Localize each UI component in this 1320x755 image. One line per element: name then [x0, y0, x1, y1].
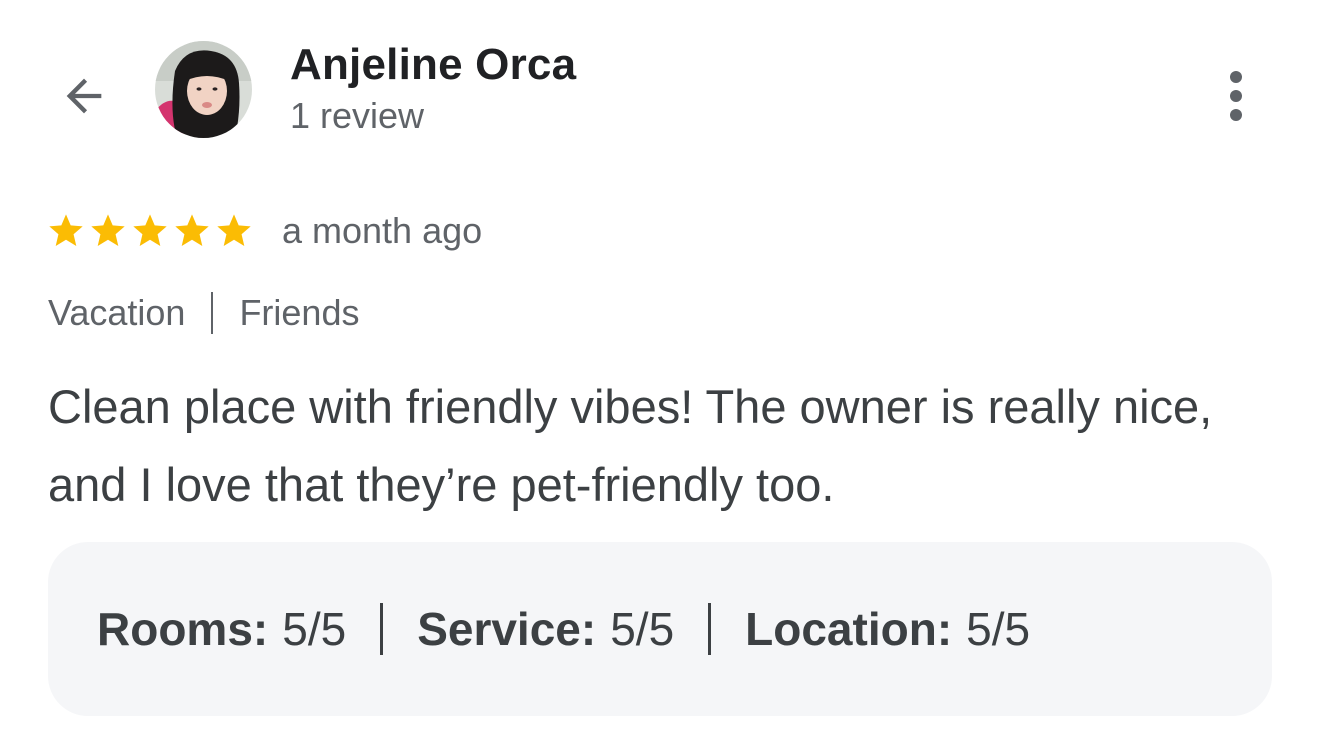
- star-rating: [46, 211, 254, 251]
- more-vertical-icon-dot: [1230, 109, 1242, 121]
- back-button[interactable]: [52, 64, 116, 128]
- more-options-button[interactable]: [1208, 60, 1264, 132]
- sub-rating-rooms: Rooms: 5/5: [97, 602, 346, 656]
- sub-rating-label: Service:: [417, 603, 597, 655]
- review-count: 1 review: [290, 95, 425, 136]
- star-icon: [49, 214, 83, 246]
- reviewer-name[interactable]: Anjeline Orca: [290, 40, 576, 90]
- tag-divider: [211, 292, 214, 334]
- trip-tags: Vacation Friends: [48, 290, 359, 336]
- sub-rating-service: Service: 5/5: [417, 602, 674, 656]
- sub-rating-value: 5/5: [282, 603, 347, 655]
- review-page: Anjeline Orca 1 review a month ago Vacat…: [0, 0, 1320, 755]
- sub-rating-label: Rooms:: [97, 603, 269, 655]
- sub-rating-value: 5/5: [966, 603, 1031, 655]
- sub-rating-divider: [380, 603, 384, 655]
- rating-row: a month ago: [46, 208, 482, 254]
- star-icon: [91, 214, 125, 246]
- sub-rating-label: Location:: [745, 603, 953, 655]
- sub-rating-location: Location: 5/5: [745, 602, 1030, 656]
- tag-travel-group: Friends: [239, 292, 360, 333]
- avatar-image: [155, 41, 252, 138]
- star-icon: [175, 214, 209, 246]
- more-vertical-icon: [1230, 71, 1242, 83]
- tag-trip-type: Vacation: [48, 292, 186, 333]
- avatar[interactable]: [155, 41, 252, 138]
- sub-rating-value: 5/5: [610, 603, 675, 655]
- review-text: Clean place with friendly vibes! The own…: [48, 380, 1213, 511]
- sub-rating-divider: [708, 603, 712, 655]
- review-time: a month ago: [282, 210, 483, 251]
- sub-ratings-card: Rooms: 5/5 Service: 5/5 Location: 5/5: [48, 542, 1272, 716]
- more-vertical-icon-dot: [1230, 90, 1242, 102]
- star-icon: [133, 214, 167, 246]
- star-icon: [217, 214, 251, 246]
- arrow-back-icon: [66, 78, 102, 114]
